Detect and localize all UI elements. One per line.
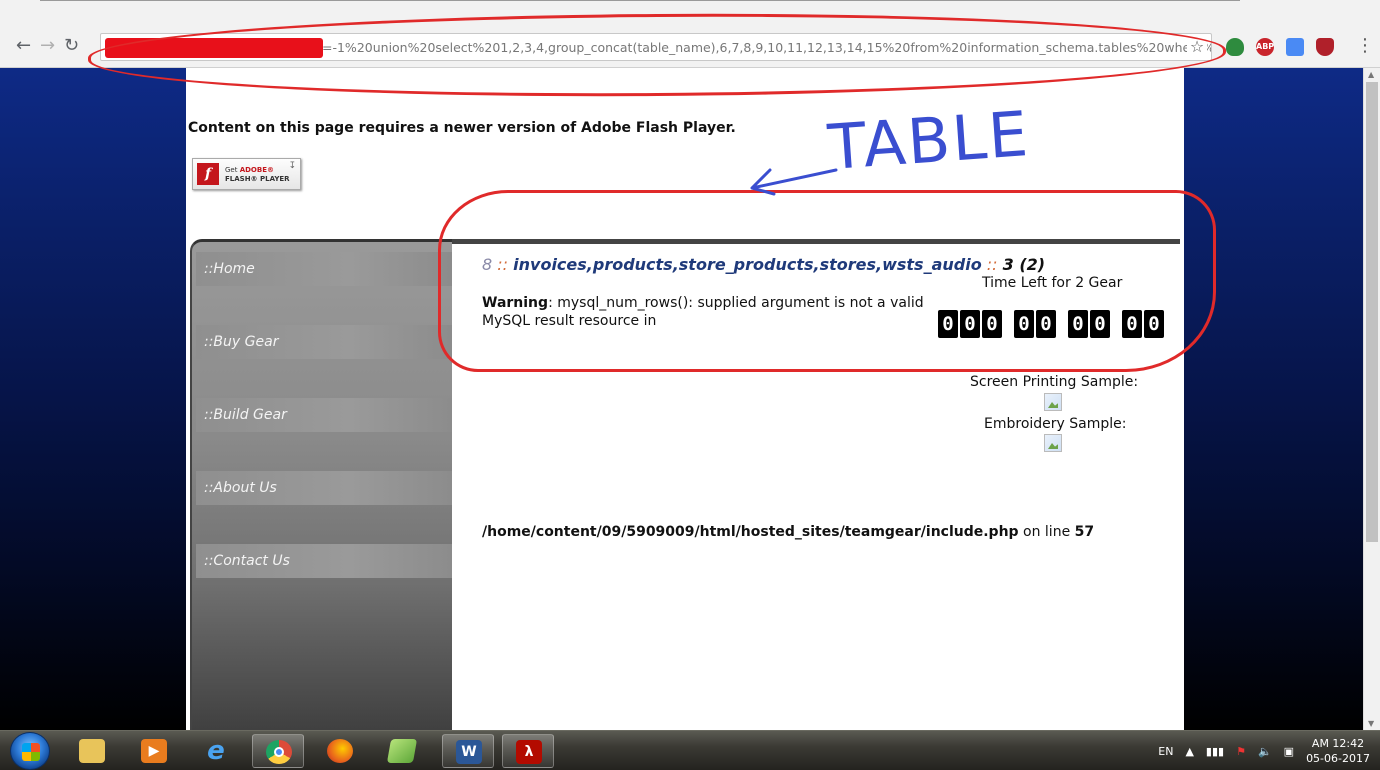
clock-date: 05-06-2017	[1306, 752, 1370, 765]
start-button[interactable]	[10, 732, 50, 770]
clock-time: AM 12:42	[1311, 737, 1365, 750]
reload-icon[interactable]: ↻	[64, 36, 79, 56]
chrome-icon[interactable]	[252, 734, 304, 768]
language-indicator[interactable]: EN	[1158, 745, 1173, 758]
show-hidden-icons-icon[interactable]: ▲	[1185, 745, 1193, 758]
clock[interactable]: AM 12:42 05-06-2017	[1306, 736, 1370, 766]
signal-icon[interactable]: ▮▮▮	[1206, 745, 1224, 758]
windows-taskbar: ▶ e W λ EN ▲ ▮▮▮ ⚑ 🔈 ▣ AM 12:42 05-06-20…	[0, 730, 1380, 770]
file-path: /home/content/09/5909009/html/hosted_sit…	[482, 524, 1019, 540]
media-player-icon[interactable]: ▶	[128, 734, 180, 768]
shield-extension-icon[interactable]	[1226, 38, 1244, 56]
error-file-path: /home/content/09/5909009/html/hosted_sit…	[482, 524, 1094, 540]
on-line-text: on line	[1018, 524, 1075, 540]
play-icon: ▶	[141, 739, 167, 763]
explorer-icon[interactable]	[66, 734, 118, 768]
embroidery-broken-image-icon	[1044, 434, 1062, 452]
volume-icon[interactable]: 🔈	[1258, 745, 1272, 758]
nav-item-buy-gear[interactable]: ::Buy Gear	[196, 325, 452, 359]
ie-logo-icon: e	[207, 736, 225, 766]
action-center-icon[interactable]: ⚑	[1236, 745, 1246, 758]
nav-label: ::Contact Us	[204, 553, 290, 569]
nav-item-home[interactable]: ::Home	[196, 252, 452, 286]
acrobat-icon[interactable]: λ	[502, 734, 554, 768]
screen-printing-label: Screen Printing Sample:	[970, 374, 1139, 390]
web-page: Content on this page requires a newer ve…	[0, 68, 1363, 730]
nav-label: ::Build Gear	[204, 407, 287, 423]
chrome-logo-icon	[266, 740, 292, 764]
translate-icon[interactable]	[1286, 38, 1304, 56]
flash-badge-brand: ADOBE®	[239, 166, 274, 174]
acrobat-logo-icon: λ	[516, 740, 542, 764]
back-arrow-icon[interactable]: ←	[16, 36, 31, 56]
scrollbar-thumb[interactable]	[1366, 82, 1378, 542]
annotation-arrow-icon	[750, 168, 838, 196]
sticky-notes-icon	[386, 739, 418, 763]
flash-required-message: Content on this page requires a newer ve…	[188, 120, 736, 136]
firefox-logo-icon	[327, 739, 353, 763]
tab-strip-divider	[40, 0, 1240, 1]
nav-item-contact-us[interactable]: ::Contact Us	[196, 544, 452, 578]
adblock-icon[interactable]: ABP	[1256, 38, 1274, 56]
adblock-label: ABP	[1256, 42, 1275, 51]
scroll-down-icon[interactable]: ▼	[1368, 719, 1374, 728]
get-flash-player-button[interactable]: f Get ADOBE® FLASH® PLAYER ↧	[192, 158, 301, 190]
flash-badge-line2: FLASH® PLAYER	[225, 175, 290, 183]
system-tray: EN ▲ ▮▮▮ ⚑ 🔈 ▣ AM 12:42 05-06-2017	[1158, 731, 1370, 770]
firefox-icon[interactable]	[314, 734, 366, 768]
nav-item-about-us[interactable]: ::About Us	[196, 471, 452, 505]
nav-item-build-gear[interactable]: ::Build Gear	[196, 398, 452, 432]
windows-logo-icon	[22, 743, 40, 761]
flash-badge-get: Get	[225, 166, 240, 174]
forward-arrow-icon[interactable]: →	[40, 36, 55, 56]
word-logo-icon: W	[456, 740, 482, 764]
flash-logo-icon: f	[197, 163, 219, 185]
notes-icon[interactable]	[376, 734, 428, 768]
menu-dots-icon[interactable]: ⋮	[1356, 35, 1374, 56]
folder-icon	[79, 739, 105, 763]
sidebar: ::Home ::Buy Gear ::Build Gear ::About U…	[190, 239, 452, 730]
internet-explorer-icon[interactable]: e	[190, 734, 242, 768]
line-number: 57	[1074, 524, 1095, 540]
network-icon[interactable]: ▣	[1284, 745, 1294, 758]
embroidery-label: Embroidery Sample:	[984, 416, 1127, 432]
page-scrollbar[interactable]: ▲ ▼	[1363, 68, 1380, 730]
scroll-up-icon[interactable]: ▲	[1368, 70, 1374, 79]
page-content: Content on this page requires a newer ve…	[186, 68, 1184, 730]
download-icon: ↧	[288, 161, 296, 171]
nav-label: ::Home	[204, 261, 255, 277]
flash-badge-line1: Get ADOBE®	[225, 166, 274, 174]
screen-printing-broken-image-icon	[1044, 393, 1062, 411]
nav-label: ::About Us	[204, 480, 277, 496]
ant-extension-icon[interactable]	[1316, 38, 1334, 56]
table-annotation-circle	[438, 190, 1216, 372]
table-annotation-text: TABLE	[825, 97, 1033, 184]
nav-label: ::Buy Gear	[204, 334, 279, 350]
word-icon[interactable]: W	[442, 734, 494, 768]
